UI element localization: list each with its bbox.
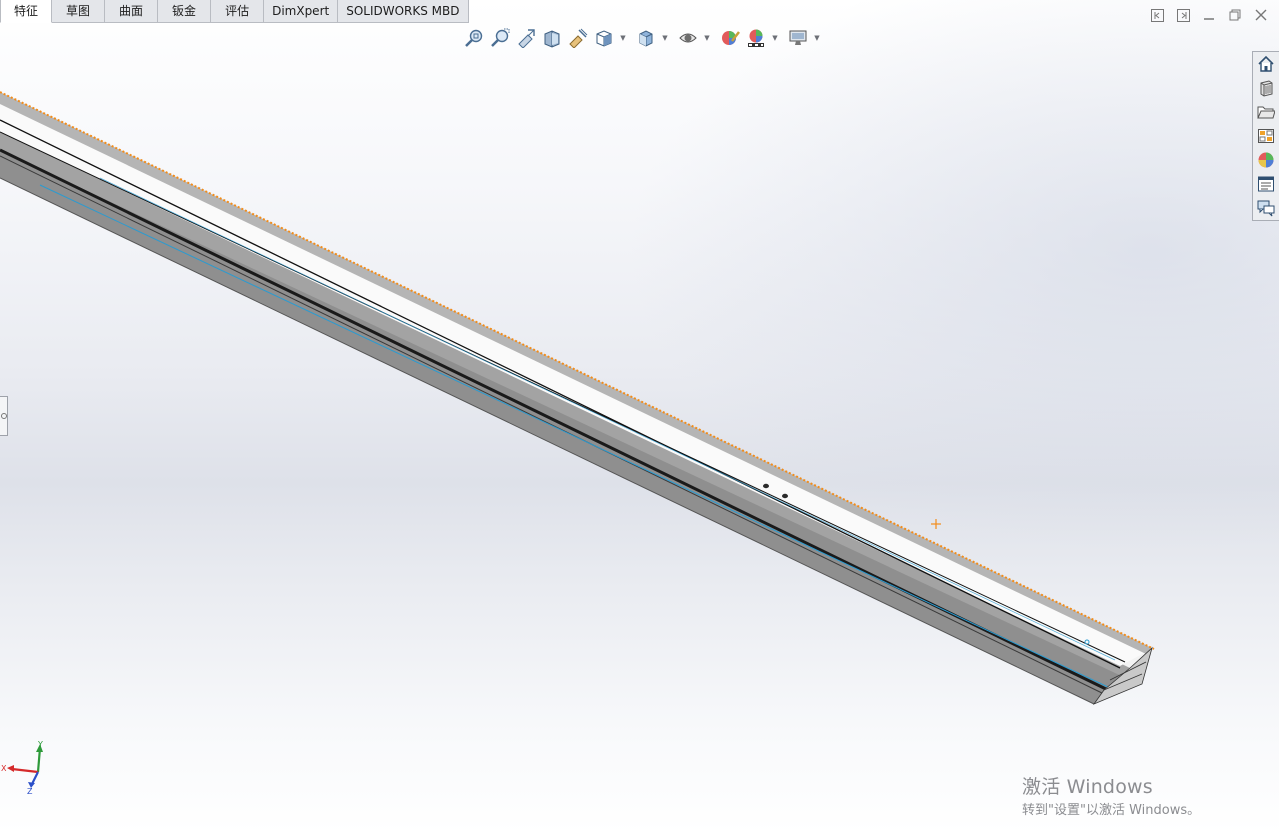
tile-left-icon[interactable] — [1149, 7, 1165, 23]
triad-y-label: Y — [37, 740, 43, 749]
watermark-subtitle: 转到"设置"以激活 Windows。 — [1022, 803, 1201, 818]
display-style-icon[interactable] — [634, 26, 658, 50]
view-orientation-dropdown-icon[interactable]: ▼ — [618, 26, 628, 50]
triad-x-label: X — [1, 764, 7, 773]
tab-features[interactable]: 特征 — [0, 0, 53, 23]
windows-activation-watermark: 激活 Windows 转到"设置"以激活 Windows。 — [1022, 776, 1200, 820]
beam-top-inner — [0, 104, 1146, 666]
apply-scene-dropdown-icon[interactable]: ▼ — [770, 26, 780, 50]
close-icon[interactable] — [1253, 7, 1269, 23]
triad-z-label: Z — [27, 787, 33, 796]
tab-sheet-metal[interactable]: 钣金 — [158, 0, 212, 23]
tab-surfaces[interactable]: 曲面 — [105, 0, 159, 23]
zoom-to-fit-icon[interactable] — [462, 26, 486, 50]
appearances-icon[interactable] — [1254, 149, 1278, 171]
solidworks-resources-icon[interactable] — [1254, 53, 1278, 75]
design-library-icon[interactable] — [1254, 77, 1278, 99]
watermark-title: 激活 Windows — [1022, 776, 1153, 798]
view-palette-icon[interactable] — [1254, 125, 1278, 147]
dynamic-annotation-icon[interactable] — [566, 26, 590, 50]
hide-show-dropdown-icon[interactable]: ▼ — [702, 26, 712, 50]
flyout-dot — [0, 413, 7, 419]
restore-icon[interactable] — [1227, 7, 1243, 23]
feature-manager-flyout-handle[interactable] — [0, 396, 8, 436]
tab-sketch[interactable]: 草图 — [52, 0, 106, 23]
graphics-area-model[interactable] — [0, 0, 1279, 833]
previous-view-icon[interactable] — [514, 26, 538, 50]
tab-dimxpert[interactable]: DimXpert — [264, 0, 339, 23]
window-controls — [1149, 7, 1269, 23]
task-pane-tabs — [1252, 51, 1279, 221]
view-orientation-icon[interactable] — [592, 26, 616, 50]
reference-triad: Y X Z — [1, 740, 43, 796]
tab-solidworks-mbd[interactable]: SOLIDWORKS MBD — [338, 0, 469, 23]
section-view-icon[interactable] — [540, 26, 564, 50]
tile-right-icon[interactable] — [1175, 7, 1191, 23]
hide-show-items-icon[interactable] — [676, 26, 700, 50]
view-settings-icon[interactable] — [786, 26, 810, 50]
view-settings-dropdown-icon[interactable]: ▼ — [812, 26, 822, 50]
minimize-icon[interactable] — [1201, 7, 1217, 23]
tab-evaluate[interactable]: 评估 — [211, 0, 265, 23]
heads-up-view-toolbar: ▼ ▼ ▼ ▼ ▼ — [462, 26, 828, 50]
edit-appearance-icon[interactable] — [718, 26, 742, 50]
command-manager-tabs: 特征 草图 曲面 钣金 评估 DimXpert SOLIDWORKS MBD — [0, 0, 469, 23]
apply-scene-icon[interactable] — [744, 26, 768, 50]
forum-icon[interactable] — [1254, 197, 1278, 219]
zoom-to-area-icon[interactable] — [488, 26, 512, 50]
file-explorer-icon[interactable] — [1254, 101, 1278, 123]
display-style-dropdown-icon[interactable]: ▼ — [660, 26, 670, 50]
custom-properties-icon[interactable] — [1254, 173, 1278, 195]
